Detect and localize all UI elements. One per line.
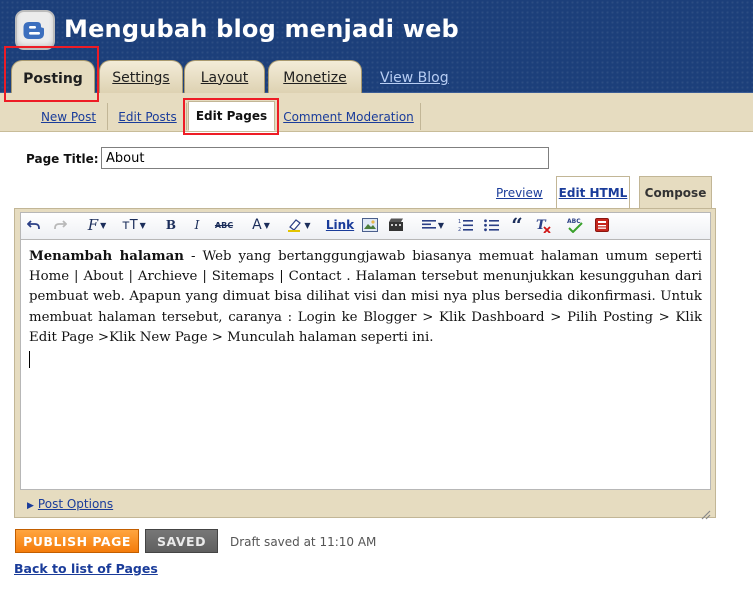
svg-text:2: 2 <box>458 227 461 232</box>
blockquote-icon[interactable]: “ <box>507 213 527 237</box>
saved-button[interactable]: SAVED <box>145 529 218 553</box>
remove-formatting-icon[interactable]: T <box>533 216 553 234</box>
align-icon[interactable]: ▼ <box>418 216 448 234</box>
numbered-list-icon[interactable]: 12 <box>455 216 475 234</box>
tab-posting[interactable]: Posting <box>11 60 95 96</box>
tab-edit-html[interactable]: Edit HTML <box>556 176 630 209</box>
preview-link[interactable]: Preview <box>496 186 543 200</box>
back-to-pages-link[interactable]: Back to list of Pages <box>14 561 158 576</box>
strikethrough-icon[interactable]: ABC <box>213 216 235 234</box>
draft-status-text: Draft saved at 11:10 AM <box>230 535 377 549</box>
edit-html-label: Edit HTML <box>558 186 628 200</box>
page-title-input[interactable] <box>101 147 549 169</box>
subnav-edit-pages[interactable]: Edit Pages <box>188 101 275 131</box>
video-icon[interactable] <box>386 216 406 234</box>
italic-icon[interactable]: I <box>188 216 206 234</box>
view-blog-link[interactable]: View Blog <box>380 70 449 86</box>
subnav-comment-moderation[interactable]: Comment Moderation <box>277 103 421 130</box>
font-family-icon[interactable]: F ▼ <box>82 216 112 234</box>
image-icon[interactable] <box>360 216 380 234</box>
spellcheck-icon[interactable]: ABC <box>564 216 586 234</box>
tab-monetize[interactable]: Monetize <box>268 60 362 94</box>
blogger-logo-icon[interactable] <box>15 10 55 50</box>
svg-text:ABC: ABC <box>567 218 581 225</box>
resize-handle-icon[interactable] <box>699 505 711 520</box>
text-cursor <box>29 351 30 369</box>
highlight-color-icon[interactable]: ▼ <box>283 216 315 234</box>
bulleted-list-icon[interactable] <box>481 216 501 234</box>
tab-settings[interactable]: Settings <box>99 60 183 94</box>
triangle-right-icon: ▶ <box>27 501 34 511</box>
redo-icon[interactable] <box>51 216 69 234</box>
publish-page-button[interactable]: PUBLISH PAGE <box>15 529 139 553</box>
svg-text:1: 1 <box>458 219 461 225</box>
subnav-edit-posts[interactable]: Edit Posts <box>109 103 187 130</box>
bold-icon[interactable]: B <box>162 216 180 234</box>
tab-layout[interactable]: Layout <box>184 60 265 94</box>
tab-compose[interactable]: Compose <box>639 176 712 209</box>
editor-content-area[interactable]: Menambah halaman - Web yang bertanggungj… <box>20 240 711 490</box>
post-options-toggle[interactable]: ▶ Post Options <box>27 497 113 511</box>
text-color-icon[interactable]: A ▼ <box>246 216 276 234</box>
jump-break-icon[interactable] <box>592 216 612 234</box>
undo-icon[interactable] <box>25 216 43 234</box>
insert-link-button[interactable]: Link <box>326 216 354 234</box>
blog-title: Mengubah blog menjadi web <box>64 15 459 43</box>
font-size-icon[interactable]: тT ▼ <box>117 216 151 234</box>
post-options-label: Post Options <box>37 497 114 511</box>
subnav-new-post[interactable]: New Post <box>30 103 108 130</box>
page-title-label: Page Title: <box>26 152 99 166</box>
content-bold-lead: Menambah halaman <box>29 249 184 264</box>
